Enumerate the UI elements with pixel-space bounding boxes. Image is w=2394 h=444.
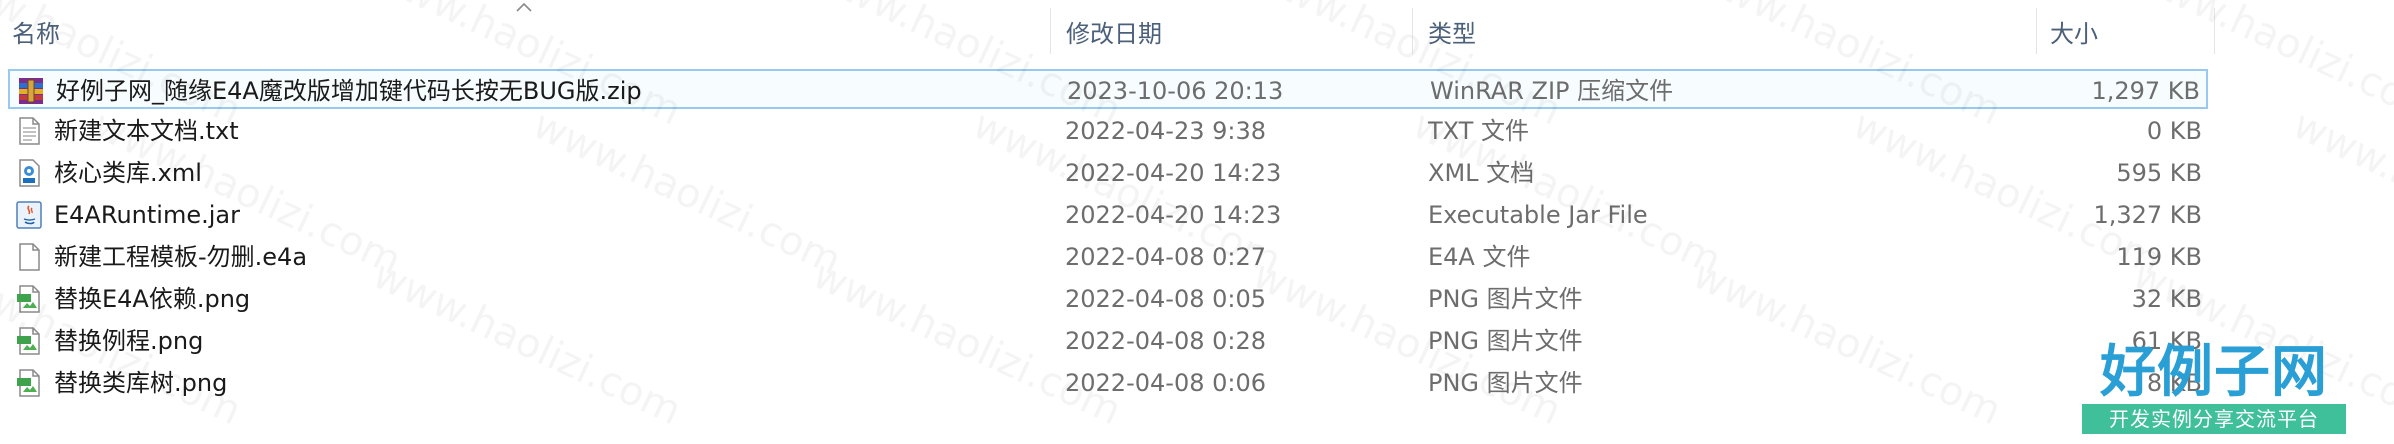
column-header-type-label: 类型 [1428, 19, 1476, 48]
file-type: Executable Jar File [1428, 201, 1648, 229]
column-header-bar: 名称 修改日期 类型 大小 [0, 0, 2394, 62]
file-type: E4A 文件 [1428, 243, 1531, 271]
file-size: 119 KB [2116, 243, 2202, 271]
file-size: 595 KB [2116, 159, 2202, 187]
column-header-size[interactable]: 大小 [2050, 0, 2098, 62]
logo-subtitle: 开发实例分享交流平台 [2082, 404, 2346, 434]
column-divider[interactable] [1050, 8, 1051, 54]
file-type: WinRAR ZIP 压缩文件 [1430, 77, 1674, 105]
logo-title: 好例子网 [2100, 339, 2328, 405]
file-row[interactable]: 替换类库树.png 2022-04-08 0:06 PNG 图片文件 8 KB [8, 363, 2208, 403]
sort-ascending-icon [516, 2, 532, 12]
file-size: 32 KB [2131, 285, 2202, 313]
file-date: 2022-04-20 14:23 [1065, 201, 1282, 229]
file-row[interactable]: E4ARuntime.jar 2022-04-20 14:23 Executable… [8, 195, 2208, 235]
file-date: 2023-10-06 20:13 [1067, 77, 1284, 105]
file-row[interactable]: 新建工程模板-勿删.e4a 2022-04-08 0:27 E4A 文件 119 KB [8, 237, 2208, 277]
column-header-date-label: 修改日期 [1066, 19, 1162, 48]
blank-file-icon [14, 242, 44, 272]
haolizi-logo: 好例子网 开发实例分享交流平台 [2082, 340, 2346, 440]
column-header-name[interactable]: 名称 [12, 0, 60, 62]
file-row[interactable]: 新建文本文档.txt 2022-04-23 9:38 TXT 文件 0 KB [8, 111, 2208, 151]
png-image-icon [14, 326, 44, 356]
column-divider[interactable] [1412, 8, 1413, 54]
column-header-size-label: 大小 [2050, 19, 2098, 48]
java-jar-icon [14, 200, 44, 230]
png-image-icon [14, 284, 44, 314]
file-date: 2022-04-08 0:27 [1065, 243, 1266, 271]
text-file-icon [14, 116, 44, 146]
file-size: 0 KB [2146, 117, 2202, 145]
file-row[interactable]: 好例子网_随缘E4A魔改版增加键代码长按无BUG版.zip 2023-10-06 … [8, 69, 2208, 109]
file-row[interactable]: 核心类库.xml 2022-04-20 14:23 XML 文档 595 KB [8, 153, 2208, 193]
file-date: 2022-04-23 9:38 [1065, 117, 1266, 145]
file-size: 1,327 KB [2093, 201, 2202, 229]
file-date: 2022-04-20 14:23 [1065, 159, 1282, 187]
file-name: 替换例程.png [54, 327, 204, 355]
file-row[interactable]: 替换例程.png 2022-04-08 0:28 PNG 图片文件 61 KB [8, 321, 2208, 361]
column-header-name-label: 名称 [12, 19, 60, 48]
column-divider[interactable] [2036, 8, 2037, 54]
file-name: 好例子网_随缘E4A魔改版增加键代码长按无BUG版.zip [56, 77, 642, 105]
winrar-archive-icon [16, 76, 46, 106]
file-name: 替换E4A依赖.png [54, 285, 251, 313]
file-type: TXT 文件 [1428, 117, 1529, 145]
file-name: E4ARuntime.jar [54, 201, 240, 229]
file-size: 1,297 KB [2091, 77, 2200, 105]
file-name: 新建工程模板-勿删.e4a [54, 243, 308, 271]
file-date: 2022-04-08 0:06 [1065, 369, 1266, 397]
png-image-icon [14, 368, 44, 398]
file-type: PNG 图片文件 [1428, 327, 1583, 355]
file-date: 2022-04-08 0:28 [1065, 327, 1266, 355]
file-type: PNG 图片文件 [1428, 369, 1583, 397]
watermark-text: www.haolizi.com [2286, 102, 2394, 285]
file-name: 新建文本文档.txt [54, 117, 239, 145]
file-name: 替换类库树.png [54, 369, 228, 397]
file-type: PNG 图片文件 [1428, 285, 1583, 313]
column-header-date[interactable]: 修改日期 [1066, 0, 1162, 62]
column-header-type[interactable]: 类型 [1428, 0, 1476, 62]
xml-file-icon [14, 158, 44, 188]
file-name: 核心类库.xml [54, 159, 202, 187]
file-date: 2022-04-08 0:05 [1065, 285, 1266, 313]
file-row[interactable]: 替换E4A依赖.png 2022-04-08 0:05 PNG 图片文件 32 KB [8, 279, 2208, 319]
file-type: XML 文档 [1428, 159, 1535, 187]
column-divider[interactable] [2214, 8, 2215, 54]
